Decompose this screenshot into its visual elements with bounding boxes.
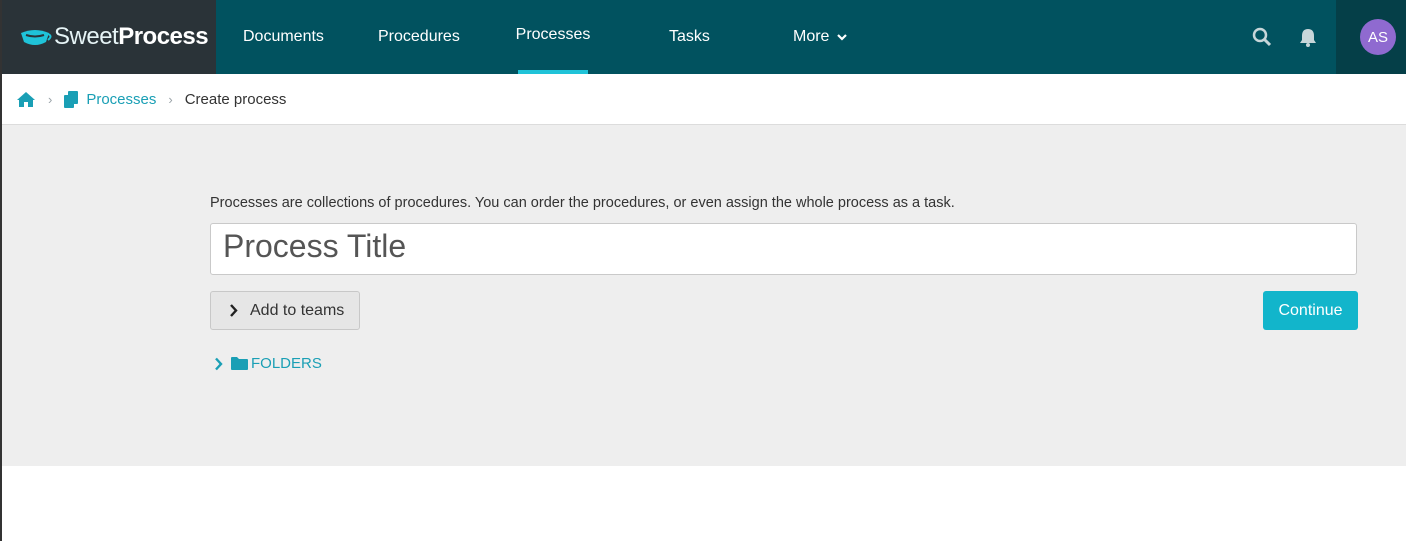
nav-procedures[interactable]: Procedures: [378, 0, 460, 74]
chevron-right-icon: [230, 304, 238, 317]
chevron-down-icon: [837, 34, 848, 41]
process-title-input[interactable]: [210, 223, 1357, 275]
folder-icon: [231, 357, 248, 370]
search-button[interactable]: [1249, 24, 1275, 50]
copy-icon: [64, 90, 79, 108]
top-navbar: SweetProcess Documents Procedures Proces…: [2, 0, 1406, 74]
chevron-right-icon: [215, 357, 223, 370]
breadcrumb: › Processes › Create process: [2, 74, 1406, 125]
breadcrumb-current: Create process: [184, 90, 287, 108]
breadcrumb-processes-link[interactable]: Processes: [64, 90, 156, 108]
nav-more[interactable]: More: [793, 0, 848, 74]
brand-name: SweetProcess: [54, 23, 209, 50]
search-icon: [1252, 27, 1272, 47]
cup-logo-icon: [21, 30, 52, 45]
notifications-button[interactable]: [1295, 24, 1321, 50]
chevron-right-icon: ›: [48, 91, 53, 107]
brand-logo[interactable]: SweetProcess: [2, 0, 216, 74]
home-link[interactable]: [16, 91, 36, 108]
user-menu[interactable]: AS: [1336, 0, 1406, 74]
folders-toggle[interactable]: FOLDERS: [214, 355, 322, 372]
create-process-form: Processes are collections of procedures.…: [2, 125, 1406, 466]
form-intro-text: Processes are collections of procedures.…: [210, 195, 955, 211]
continue-button[interactable]: Continue: [1263, 291, 1358, 330]
chevron-right-icon: ›: [168, 91, 173, 107]
nav-processes[interactable]: Processes: [516, 0, 590, 74]
add-to-teams-button[interactable]: Add to teams: [210, 291, 360, 330]
avatar[interactable]: AS: [1360, 19, 1396, 55]
bell-icon: [1300, 29, 1316, 47]
home-icon: [17, 91, 35, 107]
nav-documents[interactable]: Documents: [243, 0, 324, 74]
nav-tasks[interactable]: Tasks: [669, 0, 710, 74]
